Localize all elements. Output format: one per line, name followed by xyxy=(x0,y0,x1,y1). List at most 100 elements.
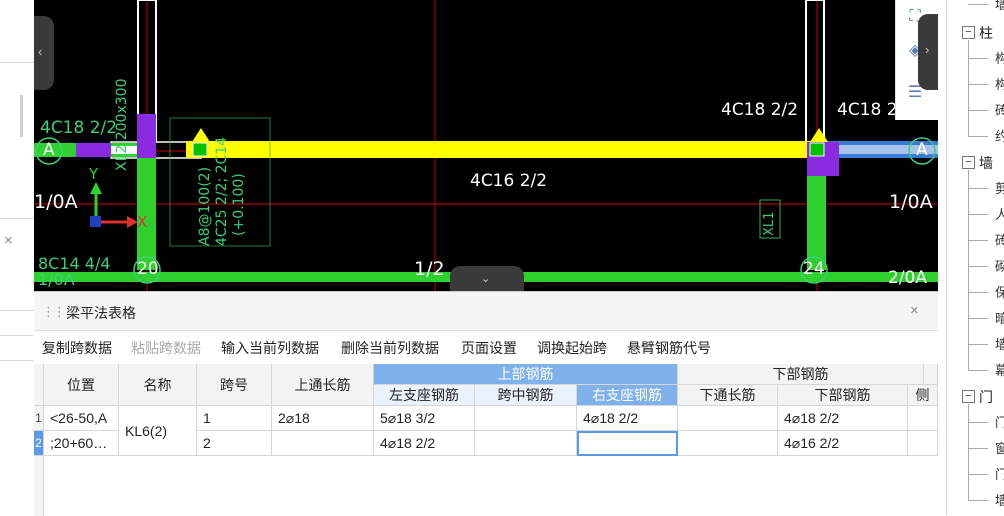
panel-toolbar: 复制跨数据 粘贴跨数据 输入当前列数据 删除当前列数据 页面设置 调换起始跨 悬臂钢筋代号 xyxy=(34,332,938,364)
scrollbar-stub[interactable] xyxy=(20,95,23,137)
header-span[interactable]: 跨号 xyxy=(197,364,272,406)
cell-bottom-through[interactable] xyxy=(678,406,778,431)
tree-item[interactable]: 保 xyxy=(947,280,1004,306)
tree-connector xyxy=(968,170,969,371)
header-bottom-group[interactable]: 下部钢筋 xyxy=(678,364,924,385)
cell-name[interactable]: KL6(2) xyxy=(119,406,197,456)
cell-mid-span[interactable] xyxy=(475,431,577,456)
tree-item-label: 砖 xyxy=(995,233,1004,248)
grip-triangle-left xyxy=(192,128,210,142)
header-mid-span[interactable]: 跨中钢筋 xyxy=(475,385,577,406)
tree-group[interactable]: − 柱 xyxy=(947,20,1004,46)
tree-item[interactable]: 窗 xyxy=(947,436,1004,462)
cell-position[interactable]: <26-50,A xyxy=(44,406,119,431)
row-number[interactable]: 1 xyxy=(34,406,44,431)
header-top-through[interactable]: 上通长筋 xyxy=(272,364,374,406)
tree-item-label: 构 xyxy=(995,77,1004,92)
cell-bottom-rebar[interactable]: 4⌀18 2/2 xyxy=(778,406,908,431)
tree-item[interactable]: 门 xyxy=(947,410,1004,436)
toolbar-button-4[interactable]: 删除当前列数据 xyxy=(341,338,439,358)
cell-side[interactable] xyxy=(908,431,938,456)
header-side[interactable]: 侧 xyxy=(908,385,938,406)
header-top-group[interactable]: 上部钢筋 xyxy=(374,364,678,385)
column-right-green xyxy=(807,176,826,270)
tree-group[interactable]: − 墙 xyxy=(947,150,1004,176)
collapse-right-handle[interactable]: › xyxy=(918,14,938,90)
cell-top-through[interactable] xyxy=(272,431,374,456)
cell-span[interactable]: 2 xyxy=(197,431,272,456)
close-icon[interactable]: × xyxy=(910,302,919,319)
tree-item[interactable]: 墙 xyxy=(947,488,1004,514)
cad-drawing-canvas[interactable]: A A 1/0A 1/0A 20 24 1/2 2/0A 4C18 2/2 8C… xyxy=(34,0,938,291)
cell-right-support[interactable] xyxy=(577,431,678,456)
collapse-toggle-icon[interactable]: − xyxy=(962,26,975,39)
toolbar-button-1[interactable]: 复制跨数据 xyxy=(42,338,112,358)
collapse-left-handle[interactable]: ‹ xyxy=(34,16,54,90)
toolbar-button-7[interactable]: 悬臂钢筋代号 xyxy=(627,338,711,358)
header-bottom-through[interactable]: 下通长筋 xyxy=(678,385,778,406)
tree-item-label: 墙 xyxy=(995,337,1004,352)
collapse-bottom-handle[interactable]: ⌄ xyxy=(450,266,524,291)
tree-item-label: 暗 xyxy=(995,311,1004,326)
toolbar-button-5[interactable]: 页面设置 xyxy=(461,338,517,358)
vertical-label-3: 4C25 2/2; 2C14 xyxy=(214,136,230,246)
tree-item[interactable]: 暗 xyxy=(947,306,1004,332)
tree-item[interactable]: 剪 xyxy=(947,176,1004,202)
row-number[interactable]: 2 xyxy=(34,431,44,456)
axis-label-20: 20 xyxy=(137,259,159,279)
chevron-right-icon: › xyxy=(925,42,930,57)
header-right-support[interactable]: 右支座钢筋 xyxy=(577,385,678,406)
ucs-y-arrow xyxy=(90,182,102,194)
toolbar-button-2[interactable]: 粘贴跨数据 xyxy=(131,338,201,358)
tree-item[interactable]: 构 xyxy=(947,72,1004,98)
close-icon[interactable]: × xyxy=(4,232,13,249)
tree-connector xyxy=(968,40,969,137)
left-panel-strip: × xyxy=(0,0,35,515)
rebar-label-left-top: 4C18 2/2 xyxy=(40,118,118,138)
divider xyxy=(0,310,34,311)
tree-item[interactable]: 约 xyxy=(947,124,1004,150)
vertical-label-2: A8@100(2) xyxy=(197,166,213,246)
tree-item-label: 门 xyxy=(995,415,1004,430)
cell-side[interactable] xyxy=(908,406,938,431)
cell-left-support[interactable]: 5⌀18 3/2 xyxy=(374,406,475,431)
ucs-y-label: Y xyxy=(89,165,99,183)
cell-bottom-through[interactable] xyxy=(678,431,778,456)
axis-label-20a: 2/0A xyxy=(888,268,927,288)
toolbar-button-3[interactable]: 输入当前列数据 xyxy=(221,338,319,358)
tree-item[interactable]: 砌 xyxy=(947,254,1004,280)
tree-group[interactable]: − 门 xyxy=(947,384,1004,410)
rebar-label-right-1: 4C18 2/2 xyxy=(721,100,799,120)
tree-item[interactable]: 构 xyxy=(947,46,1004,72)
drag-grip-icon[interactable]: ⋮⋮ xyxy=(42,304,66,320)
cell-mid-span[interactable] xyxy=(475,406,577,431)
toolbar-button-6[interactable]: 调换起始跨 xyxy=(537,338,607,358)
tree-item[interactable]: 人 xyxy=(947,202,1004,228)
header-name[interactable]: 名称 xyxy=(119,364,197,406)
tree-item[interactable]: 砖 xyxy=(947,98,1004,124)
tree-item[interactable]: 墙 xyxy=(947,332,1004,358)
header-bottom-rebar[interactable]: 下部钢筋 xyxy=(778,385,908,406)
collapse-toggle-icon[interactable]: − xyxy=(962,390,975,403)
tree-group-label: 墙 xyxy=(979,155,993,171)
panel-header[interactable]: ⋮⋮ 梁平法表格 × xyxy=(34,292,938,331)
axis-label-24: 24 xyxy=(803,259,825,279)
header-left-support[interactable]: 左支座钢筋 xyxy=(374,385,475,406)
header-side-group[interactable] xyxy=(924,364,938,385)
tree-item[interactable]: 幕 xyxy=(947,358,1004,384)
cell-span[interactable]: 1 xyxy=(197,406,272,431)
axis-label-12: 1/2 xyxy=(414,258,445,280)
tree-item[interactable]: 门 xyxy=(947,462,1004,488)
collapse-toggle-icon[interactable]: − xyxy=(962,156,975,169)
tree-item-label: 构 xyxy=(995,51,1004,66)
tree-item[interactable]: 砖 xyxy=(947,228,1004,254)
cell-bottom-rebar[interactable]: 4⌀16 2/2 xyxy=(778,431,908,456)
header-position[interactable]: 位置 xyxy=(44,364,119,406)
cell-position[interactable]: ;20+60… xyxy=(44,431,119,456)
tree-item[interactable]: 墙 xyxy=(947,0,1004,18)
cell-top-through[interactable]: 2⌀18 xyxy=(272,406,374,431)
tree-item-label: 砌 xyxy=(995,259,1004,274)
cell-left-support[interactable]: 4⌀18 2/2 xyxy=(374,431,475,456)
cell-right-support[interactable]: 4⌀18 2/2 xyxy=(577,406,678,431)
beam-table-panel: ⋮⋮ 梁平法表格 × 复制跨数据 粘贴跨数据 输入当前列数据 删除当前列数据 页面设置调… xyxy=(34,291,938,516)
